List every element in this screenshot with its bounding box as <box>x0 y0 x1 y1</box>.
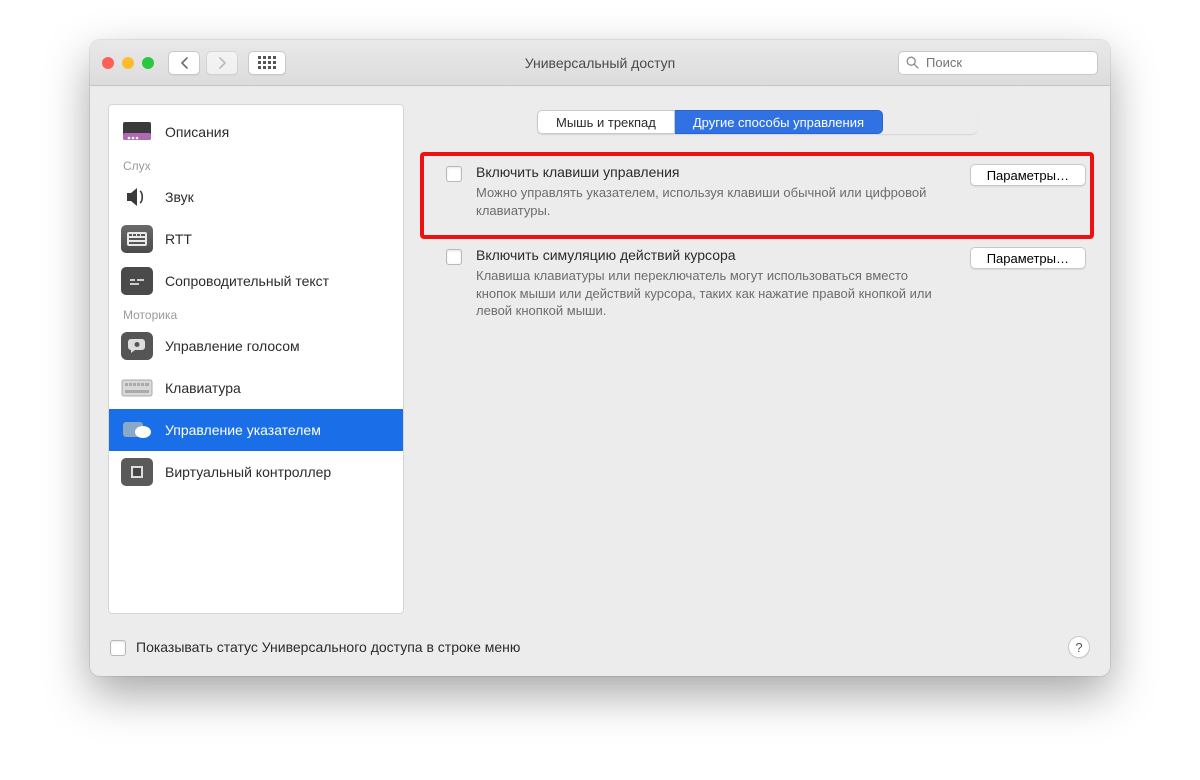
category-sidebar: Описания Слух Звук RTT Сопроводительн <box>108 104 404 614</box>
keyboard-icon <box>121 374 153 402</box>
help-button[interactable]: ? <box>1068 636 1090 658</box>
sidebar-item-switch-control[interactable]: Виртуальный контроллер <box>109 451 403 493</box>
captions-icon <box>121 267 153 295</box>
options-button-alternate-pointer[interactable]: Параметры… <box>970 247 1086 269</box>
search-icon <box>906 56 919 69</box>
preferences-window: Универсальный доступ Описания Слух <box>90 40 1110 676</box>
checkbox-alternate-pointer[interactable] <box>446 249 462 265</box>
search-field[interactable] <box>898 51 1098 75</box>
options-button-mouse-keys[interactable]: Параметры… <box>970 164 1086 186</box>
sidebar-item-label: Описания <box>165 124 229 140</box>
tab-segmented-control: Мышь и трекпад Другие способы управления <box>537 110 977 134</box>
tab-mouse-trackpad[interactable]: Мышь и трекпад <box>537 110 675 134</box>
sidebar-item-label: Виртуальный контроллер <box>165 464 331 480</box>
option-title: Включить клавиши управления <box>476 164 946 180</box>
checkbox-mouse-keys[interactable] <box>446 166 462 182</box>
close-window-button[interactable] <box>102 57 114 69</box>
sidebar-item-label: Клавиатура <box>165 380 241 396</box>
main-pane: Мышь и трекпад Другие способы управления… <box>422 104 1092 614</box>
footer: Показывать статус Универсального доступа… <box>90 632 1110 676</box>
zoom-window-button[interactable] <box>142 57 154 69</box>
checkbox-show-status-menubar[interactable] <box>110 640 126 656</box>
sidebar-item-captions[interactable]: Сопроводительный текст <box>109 260 403 302</box>
sidebar-item-rtt[interactable]: RTT <box>109 218 403 260</box>
voice-control-icon <box>121 332 153 360</box>
forward-button[interactable] <box>206 51 238 75</box>
sidebar-item-label: Звук <box>165 189 194 205</box>
sidebar-item-label: RTT <box>165 231 192 247</box>
option-mouse-keys: Включить клавиши управления Можно управл… <box>422 154 1092 237</box>
option-description: Можно управлять указателем, используя кл… <box>476 184 946 219</box>
sidebar-header-hearing: Слух <box>109 153 403 176</box>
tab-alternate-control[interactable]: Другие способы управления <box>675 110 883 134</box>
descriptions-icon <box>121 118 153 146</box>
chevron-left-icon <box>180 57 189 69</box>
minimize-window-button[interactable] <box>122 57 134 69</box>
sidebar-item-audio[interactable]: Звук <box>109 176 403 218</box>
search-input[interactable] <box>924 54 1090 71</box>
sidebar-item-descriptions[interactable]: Описания <box>109 111 403 153</box>
sidebar-item-label: Сопроводительный текст <box>165 273 329 289</box>
option-title: Включить симуляцию действий курсора <box>476 247 946 263</box>
switch-control-icon <box>121 458 153 486</box>
sidebar-item-keyboard[interactable]: Клавиатура <box>109 367 403 409</box>
rtt-icon <box>121 225 153 253</box>
sidebar-item-pointer-control[interactable]: Управление указателем <box>109 409 403 451</box>
back-button[interactable] <box>168 51 200 75</box>
speaker-icon <box>121 183 153 211</box>
option-alternate-pointer: Включить симуляцию действий курсора Клав… <box>422 237 1092 338</box>
show-all-button[interactable] <box>248 51 286 75</box>
chevron-right-icon <box>218 57 227 69</box>
sidebar-item-label: Управление голосом <box>165 338 300 354</box>
question-mark-icon: ? <box>1075 640 1082 655</box>
window-traffic-lights <box>102 57 154 69</box>
option-description: Клавиша клавиатуры или переключатель мог… <box>476 267 946 320</box>
sidebar-header-motor: Моторика <box>109 302 403 325</box>
sidebar-item-label: Управление указателем <box>165 422 321 438</box>
sidebar-item-voice-control[interactable]: Управление голосом <box>109 325 403 367</box>
pointer-control-icon <box>121 416 153 444</box>
titlebar: Универсальный доступ <box>90 40 1110 86</box>
grid-icon <box>258 56 276 69</box>
footer-checkbox-label: Показывать статус Универсального доступа… <box>136 639 520 655</box>
